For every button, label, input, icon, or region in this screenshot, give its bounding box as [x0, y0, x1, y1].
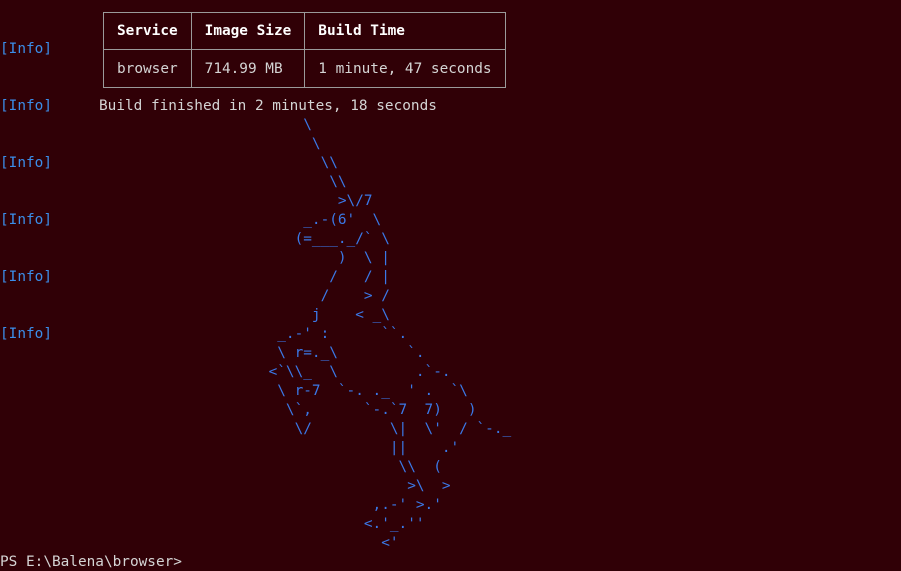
- cell-service: browser: [103, 49, 192, 88]
- column-header-service: Service: [103, 12, 192, 50]
- info-tag: [Info]: [0, 41, 52, 57]
- build-finished-message: Build finished in 2 minutes, 18 seconds: [99, 98, 437, 114]
- shell-prompt[interactable]: PS E:\Balena\browser>: [0, 553, 182, 571]
- terminal-window[interactable]: [Info] [Info] [Info] [Info] [Info] [Info…: [0, 0, 901, 571]
- build-summary-table: Service Image Size Build Time browser 71…: [103, 12, 506, 88]
- table-row: browser 714.99 MB 1 minute, 47 seconds: [103, 49, 506, 88]
- unicorn-ascii-art: \ \ \\ \\ >\/7 _.-(6' \ (=___._/` \) \ …: [268, 117, 512, 551]
- table-header-row: Service Image Size Build Time: [103, 12, 506, 50]
- column-header-build-time: Build Time: [304, 12, 506, 50]
- info-tag: [Info]: [0, 98, 52, 114]
- cell-image-size: 714.99 MB: [190, 49, 306, 88]
- column-header-image-size: Image Size: [190, 12, 306, 50]
- cell-build-time: 1 minute, 47 seconds: [304, 49, 506, 88]
